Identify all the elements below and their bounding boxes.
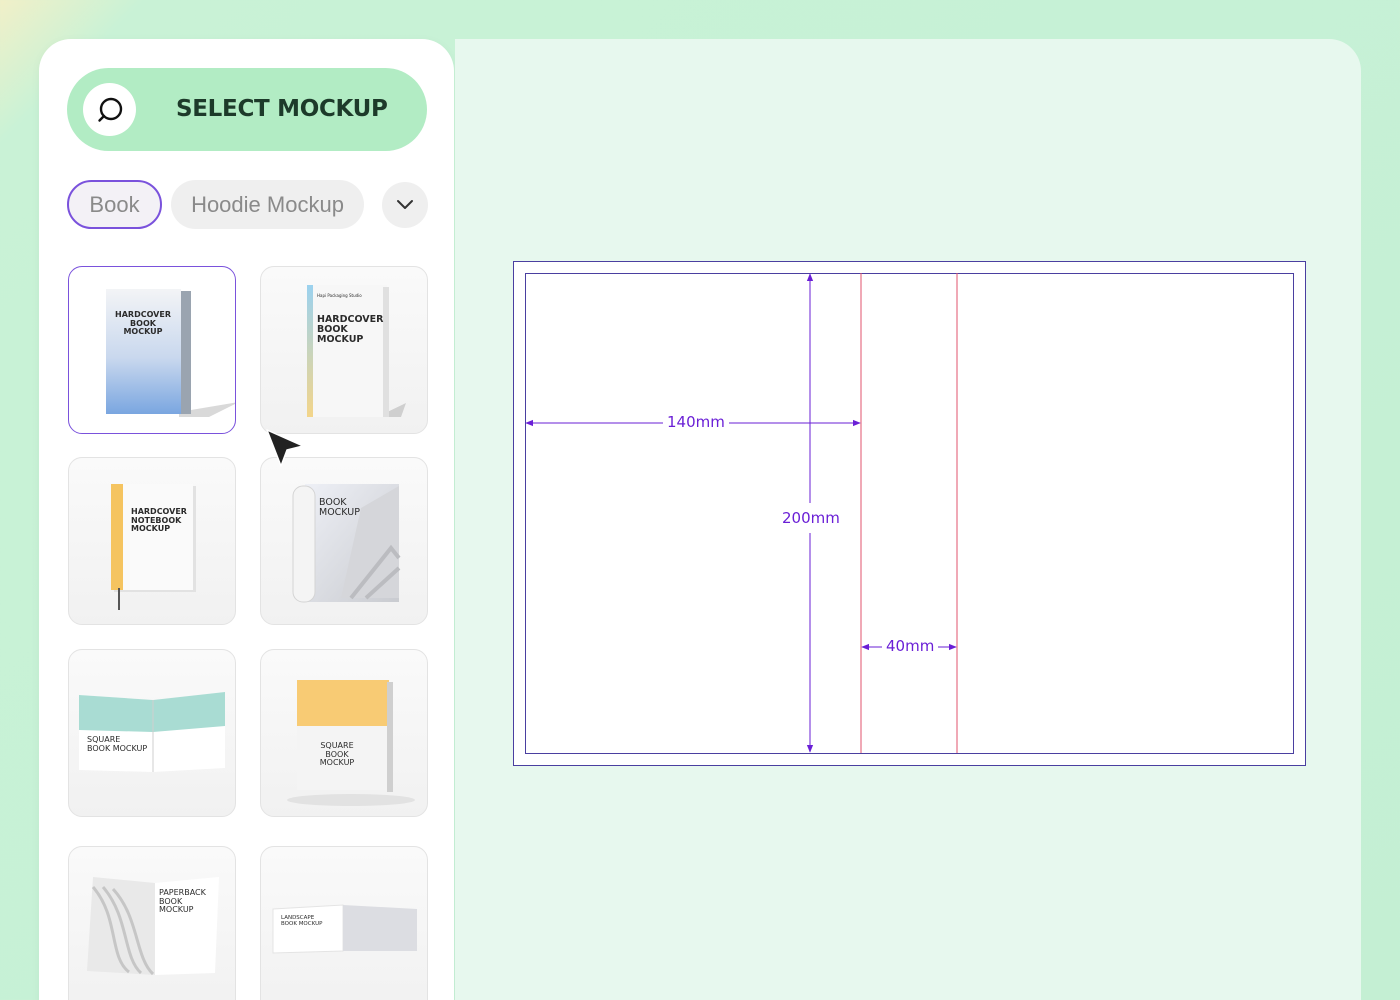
mockup-card-landscape-book[interactable]: LANDSCAPE BOOK MOCKUP bbox=[260, 846, 428, 1000]
mockup-card-subtitle: Hapi Packaging Studio bbox=[317, 293, 362, 298]
mockup-card-paperback-book[interactable]: PAPERBACK BOOK MOCKUP bbox=[68, 846, 236, 1000]
trim-outline bbox=[525, 273, 1294, 754]
mockup-sidebar: SELECT MOCKUP Book Hoodie Mockup HARDCOV… bbox=[39, 39, 454, 1000]
select-mockup-label: SELECT MOCKUP bbox=[176, 96, 388, 122]
mockup-card-square-book[interactable]: SQUARE BOOK MOCKUP bbox=[68, 649, 236, 817]
chevron-down-icon bbox=[397, 200, 413, 209]
width-dimension-label: 140mm bbox=[663, 413, 729, 431]
mockup-card-title: SQUARE BOOK MOCKUP bbox=[87, 735, 148, 753]
spine-dimension-label: 40mm bbox=[882, 637, 939, 655]
more-filters-button[interactable] bbox=[382, 182, 428, 228]
mockup-card-title: BOOK MOCKUP bbox=[319, 497, 360, 518]
filter-chip-book[interactable]: Book bbox=[67, 180, 162, 229]
mockup-card-title: HARDCOVER BOOK MOCKUP bbox=[317, 314, 384, 345]
book-cover-dimension-diagram: 140mm 200mm 40mm bbox=[513, 261, 1306, 766]
mockup-card-book[interactable]: BOOK MOCKUP bbox=[260, 457, 428, 625]
filter-chip-hoodie-mockup[interactable]: Hoodie Mockup bbox=[171, 180, 364, 229]
mockup-card-title: SQUARE BOOK MOCKUP bbox=[319, 741, 355, 767]
mockup-card-title: HARDCOVER NOTEBOOK MOCKUP bbox=[131, 507, 187, 533]
mockup-card-title: LANDSCAPE BOOK MOCKUP bbox=[281, 915, 323, 927]
select-mockup-button[interactable]: SELECT MOCKUP bbox=[67, 68, 427, 151]
search-icon bbox=[83, 83, 136, 136]
mockup-card-title: PAPERBACK BOOK MOCKUP bbox=[159, 888, 206, 914]
mockup-card-hardcover-book-blue[interactable]: HARDCOVER BOOK MOCKUP bbox=[68, 266, 236, 434]
mockup-card-title: HARDCOVER BOOK MOCKUP bbox=[115, 310, 171, 336]
mouse-cursor-icon bbox=[266, 429, 304, 467]
mockup-card-square-book-standing[interactable]: SQUARE BOOK MOCKUP bbox=[260, 649, 428, 817]
mockup-card-hardcover-book-white[interactable]: Hapi Packaging Studio HARDCOVER BOOK MOC… bbox=[260, 266, 428, 434]
height-dimension-label: 200mm bbox=[778, 503, 844, 533]
mockup-card-hardcover-notebook[interactable]: HARDCOVER NOTEBOOK MOCKUP bbox=[68, 457, 236, 625]
